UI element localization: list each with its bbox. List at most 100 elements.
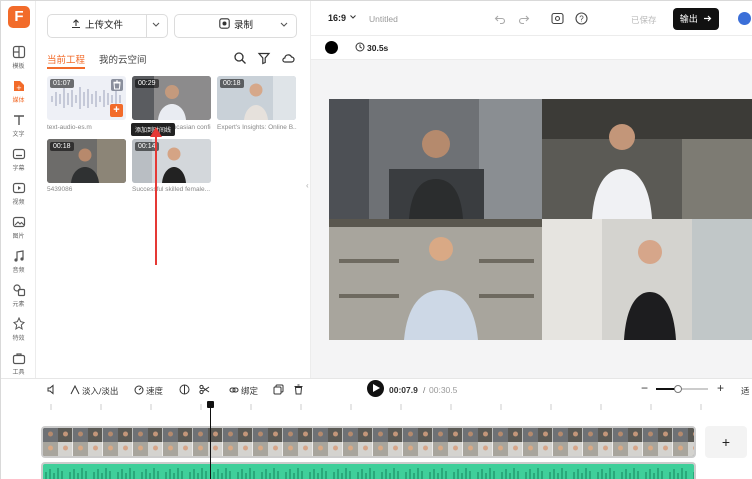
tab-cloud-space[interactable]: 我的云空间 xyxy=(99,52,147,66)
media-icon: + xyxy=(13,81,24,92)
video-track[interactable] xyxy=(41,426,696,458)
clock-icon xyxy=(355,42,365,52)
canvas-cell[interactable] xyxy=(329,219,542,340)
rail-item-label: 图片 xyxy=(12,234,25,240)
divider xyxy=(146,15,147,37)
rail-item-elements[interactable]: 元素 xyxy=(1,283,36,317)
timeline: 淡入/淡出 速度 绑定 00:07.9 / 00:30.5 − + 适 + xyxy=(1,378,752,479)
filter-icon[interactable] xyxy=(257,51,271,65)
playhead[interactable] xyxy=(207,401,214,479)
total-time: 00:30.5 xyxy=(429,385,458,395)
aspect-ratio-select[interactable]: 16:9 xyxy=(328,13,357,23)
rail-item-media[interactable]: + 媒体 xyxy=(1,79,36,113)
tools-icon xyxy=(12,353,25,365)
rail-item-template[interactable]: 模板 xyxy=(1,45,36,79)
media-thumb-video[interactable]: 00:18 xyxy=(217,76,296,120)
search-icon[interactable] xyxy=(233,51,247,65)
rail-item-label: 音频 xyxy=(12,268,25,274)
media-thumb-video[interactable]: 00:14 xyxy=(132,139,211,183)
play-button[interactable] xyxy=(367,380,384,397)
tab-current-project[interactable]: 当前工程 xyxy=(47,52,86,69)
upload-icon xyxy=(71,19,80,29)
export-button[interactable]: 输出 xyxy=(673,8,719,30)
rail-item-audio[interactable]: 音频 xyxy=(1,249,36,283)
duration-control[interactable]: 30.5s xyxy=(355,42,388,53)
rail-item-label: 元素 xyxy=(12,302,25,308)
redo-icon[interactable] xyxy=(518,13,530,25)
annotation-arrow xyxy=(155,133,157,265)
fade-button[interactable]: 淡入/淡出 xyxy=(70,384,118,397)
rail-item-subtitle[interactable]: 字幕 xyxy=(1,147,36,181)
rail-item-effects[interactable]: 特效 xyxy=(1,317,36,351)
record-dropdown-chevron-icon[interactable] xyxy=(279,15,289,37)
zoom-slider[interactable] xyxy=(656,385,708,393)
fade-icon xyxy=(70,384,80,395)
video-frame xyxy=(542,219,752,340)
rail-item-video[interactable]: 视频 xyxy=(1,181,36,215)
media-caption: Expert's Insights: Online B... xyxy=(217,124,297,131)
zoom-in-button[interactable]: + xyxy=(717,381,724,395)
duration-badge: 01:07 xyxy=(50,79,74,88)
arrow-right-icon xyxy=(704,15,712,22)
avatar[interactable] xyxy=(738,12,751,25)
video-frame xyxy=(329,219,542,340)
audio-track[interactable] xyxy=(41,462,696,479)
app-window: F 模板 + 媒体 文字 字幕 视频 图片 音频 元素 特效 工具 上传文件 录… xyxy=(0,0,752,479)
video-canvas[interactable] xyxy=(329,99,752,340)
duration-badge: 00:18 xyxy=(220,79,244,88)
video-frame xyxy=(329,99,542,219)
annotation-arrow-head-icon xyxy=(150,127,162,137)
upload-dropdown-chevron-icon[interactable] xyxy=(151,18,161,34)
split-icon[interactable] xyxy=(179,384,190,395)
canvas-cell[interactable] xyxy=(542,99,752,219)
record-icon xyxy=(219,18,230,29)
saved-status: 已保存 xyxy=(631,15,657,25)
add-to-timeline-button[interactable]: + xyxy=(110,104,123,117)
screenshot-icon[interactable] xyxy=(551,12,564,25)
volume-icon[interactable] xyxy=(47,384,58,395)
rail-item-label: 工具 xyxy=(12,370,25,376)
media-thumb-video[interactable]: 00:18 xyxy=(47,139,126,183)
speed-button[interactable]: 速度 xyxy=(134,385,163,397)
app-logo-icon: F xyxy=(8,6,30,28)
upload-main[interactable]: 上传文件 xyxy=(48,15,146,37)
fit-button[interactable]: 适 xyxy=(741,385,750,397)
project-title[interactable]: Untitled xyxy=(369,14,398,24)
scissors-icon[interactable] xyxy=(199,384,210,395)
background-color-swatch[interactable] xyxy=(325,41,338,54)
zoom-slider-handle[interactable] xyxy=(674,385,682,393)
media-caption: 5439086 xyxy=(47,186,73,193)
time-separator: / xyxy=(423,385,426,395)
undo-icon[interactable] xyxy=(494,13,506,25)
preview-area: 16:9 Untitled ? 已保存 输出 30.5s xyxy=(310,1,752,378)
video-track-frames xyxy=(43,428,694,456)
add-track-button[interactable]: + xyxy=(705,426,747,458)
rail-item-label: 字幕 xyxy=(12,166,25,172)
rail-item-text[interactable]: 文字 xyxy=(1,113,36,147)
rail-item-image[interactable]: 图片 xyxy=(1,215,36,249)
upload-label: 上传文件 xyxy=(84,20,123,31)
svg-text:+: + xyxy=(16,84,22,92)
canvas-cell[interactable] xyxy=(542,219,752,340)
media-panel: 上传文件 录制 当前工程 我的云空间 01:07 + 00:29 00:18 0… xyxy=(37,1,309,378)
rail-item-label: 特效 xyxy=(12,336,25,342)
trash-icon[interactable] xyxy=(293,384,304,395)
rail-item-label: 模板 xyxy=(12,64,25,70)
rail-item-label: 文字 xyxy=(12,132,25,138)
duplicate-icon[interactable] xyxy=(273,384,284,395)
media-thumb-video[interactable]: 00:29 xyxy=(132,76,211,120)
delete-icon[interactable] xyxy=(111,79,123,91)
bind-button[interactable]: 绑定 xyxy=(229,385,258,397)
record-button[interactable]: 录制 xyxy=(174,14,297,38)
upload-file-button[interactable]: 上传文件 xyxy=(47,14,168,38)
cloud-icon[interactable] xyxy=(281,51,295,65)
panel-collapse-chevron-icon[interactable]: ‹ xyxy=(306,181,314,197)
link-icon xyxy=(229,387,239,393)
canvas-cell[interactable] xyxy=(329,99,542,219)
zoom-out-button[interactable]: − xyxy=(641,381,648,395)
help-icon[interactable]: ? xyxy=(575,12,588,25)
svg-text:?: ? xyxy=(579,15,584,24)
media-thumb-audio[interactable]: 01:07 + xyxy=(47,76,126,120)
video-frame xyxy=(542,99,752,219)
rail-item-label: 媒体 xyxy=(12,98,25,104)
